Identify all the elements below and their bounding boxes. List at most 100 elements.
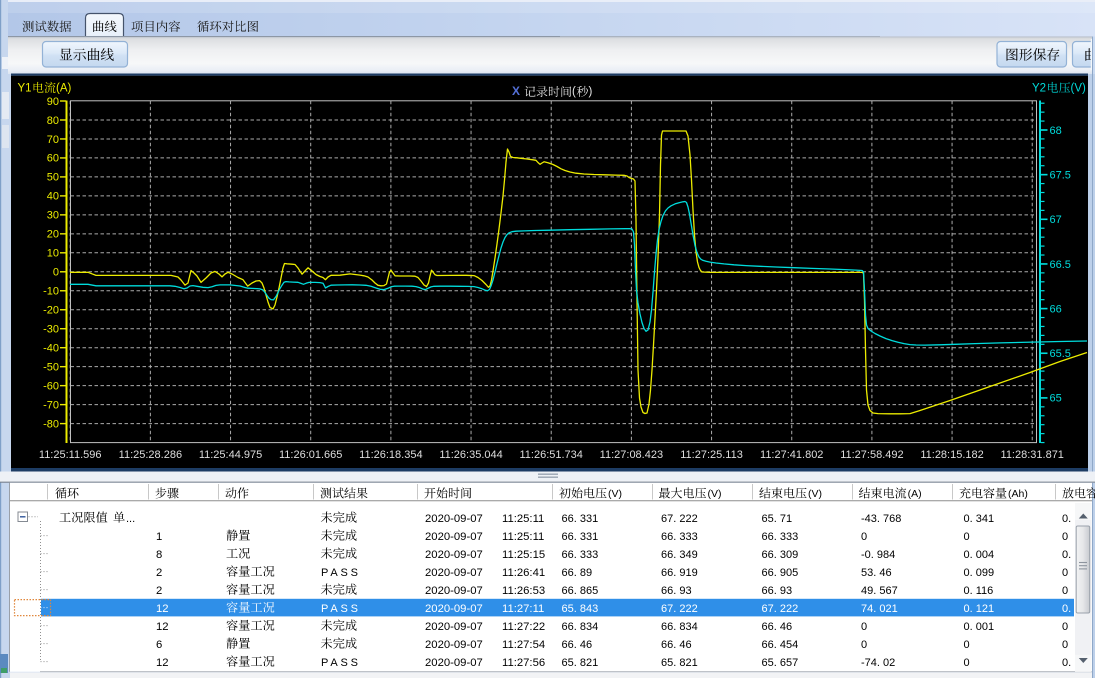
svg-text:11:26:51.734: 11:26:51.734 (520, 449, 583, 461)
svg-text:PASS: PASS (321, 657, 361, 669)
svg-text:66. 834: 66. 834 (562, 621, 599, 633)
svg-text:66. 331: 66. 331 (562, 513, 599, 525)
svg-text:66. 865: 66. 865 (562, 585, 599, 597)
svg-text:8: 8 (156, 549, 162, 561)
svg-text:66. 454: 66. 454 (762, 639, 799, 651)
svg-text:0.: 0. (1062, 549, 1071, 561)
svg-text:0: 0 (1062, 531, 1068, 543)
svg-text:11:27:58.492: 11:27:58.492 (840, 449, 903, 461)
svg-text:66. 93: 66. 93 (762, 585, 793, 597)
svg-text:(: ( (572, 86, 576, 98)
svg-text:11:27:56: 11:27:56 (502, 657, 545, 669)
svg-text:67: 67 (1050, 214, 1062, 226)
svg-text:0. 121: 0. 121 (964, 603, 995, 615)
svg-text:10: 10 (47, 248, 59, 260)
svg-text:-60: -60 (43, 380, 59, 392)
svg-text:11:27:11: 11:27:11 (502, 603, 544, 615)
svg-text:11:27:41.802: 11:27:41.802 (760, 449, 823, 461)
svg-text:65. 657: 65. 657 (762, 657, 799, 669)
svg-text:60: 60 (47, 153, 59, 165)
svg-text:(V): (V) (808, 488, 822, 500)
svg-text:-20: -20 (43, 305, 59, 317)
svg-text:67. 222: 67. 222 (661, 603, 698, 615)
svg-text:66. 919: 66. 919 (661, 567, 698, 579)
svg-text:67. 222: 67. 222 (661, 513, 698, 525)
svg-text:PASS: PASS (321, 567, 361, 579)
svg-text:0. 341: 0. 341 (964, 513, 995, 525)
svg-text:66.5: 66.5 (1050, 259, 1071, 271)
svg-text:65. 821: 65. 821 (562, 657, 599, 669)
svg-text:(V): (V) (608, 488, 622, 500)
svg-text:-40: -40 (43, 342, 59, 354)
svg-text:11:27:54: 11:27:54 (502, 639, 545, 651)
svg-text:2020-09-07: 2020-09-07 (425, 603, 483, 615)
svg-text:11:27:08.423: 11:27:08.423 (600, 449, 663, 461)
svg-text:67.5: 67.5 (1050, 169, 1071, 181)
svg-text:80: 80 (47, 115, 59, 127)
svg-text:11:27:22: 11:27:22 (502, 621, 545, 633)
svg-text:90: 90 (47, 96, 59, 108)
svg-text:66. 333: 66. 333 (661, 531, 698, 543)
svg-text:53. 46: 53. 46 (861, 567, 892, 579)
svg-text:30: 30 (47, 210, 59, 222)
svg-text:0: 0 (861, 531, 867, 543)
svg-text:2020-09-07: 2020-09-07 (425, 621, 483, 633)
svg-text:-80: -80 (43, 418, 59, 430)
svg-text:67. 222: 67. 222 (762, 603, 799, 615)
svg-text:66. 333: 66. 333 (562, 549, 599, 561)
svg-text:0.: 0. (1062, 603, 1071, 615)
svg-text:66. 331: 66. 331 (562, 531, 599, 543)
svg-text:12: 12 (156, 603, 169, 615)
svg-text:11:25:15: 11:25:15 (502, 549, 545, 561)
svg-text:PASS: PASS (321, 603, 361, 615)
svg-text:20: 20 (47, 229, 59, 241)
svg-text:11:27:25.113: 11:27:25.113 (680, 449, 743, 461)
svg-text:11:26:01.665: 11:26:01.665 (279, 449, 342, 461)
svg-text:0: 0 (1062, 585, 1068, 597)
svg-text:11:25:11.596: 11:25:11.596 (39, 449, 102, 461)
svg-text:2: 2 (156, 567, 162, 579)
svg-text:11:26:35.044: 11:26:35.044 (439, 449, 502, 461)
svg-text:11:26:18.354: 11:26:18.354 (359, 449, 422, 461)
svg-text:2020-09-07: 2020-09-07 (425, 531, 483, 543)
svg-text:40: 40 (47, 191, 59, 203)
svg-text:0: 0 (1062, 567, 1068, 579)
svg-text:65: 65 (1050, 393, 1062, 405)
svg-text:(A): (A) (56, 83, 72, 95)
svg-text:-10: -10 (43, 286, 59, 298)
svg-text:0. 099: 0. 099 (964, 567, 995, 579)
svg-text:Y2: Y2 (1032, 83, 1046, 95)
svg-text:Y1: Y1 (18, 83, 32, 95)
svg-text:2: 2 (156, 585, 162, 597)
svg-text:(V): (V) (1071, 83, 1087, 95)
svg-text:11:28:15.182: 11:28:15.182 (920, 449, 983, 461)
svg-text:(A): (A) (908, 488, 922, 500)
svg-text:2020-09-07: 2020-09-07 (425, 513, 483, 525)
svg-text:11:25:11: 11:25:11 (502, 513, 544, 525)
svg-text:2020-09-07: 2020-09-07 (425, 639, 483, 651)
svg-text:-43. 768: -43. 768 (861, 513, 901, 525)
svg-text:66. 46: 66. 46 (762, 621, 793, 633)
svg-text:0. 001: 0. 001 (964, 621, 995, 633)
svg-text:0. 116: 0. 116 (964, 585, 994, 597)
svg-text:0: 0 (861, 639, 867, 651)
svg-text:50: 50 (47, 172, 59, 184)
svg-text:-0. 984: -0. 984 (861, 549, 895, 561)
svg-text:-50: -50 (43, 361, 59, 373)
svg-text:12: 12 (156, 657, 169, 669)
svg-text:0: 0 (964, 531, 970, 543)
svg-text:66. 905: 66. 905 (762, 567, 799, 579)
svg-text:-30: -30 (43, 324, 59, 336)
svg-text:2020-09-07: 2020-09-07 (425, 567, 483, 579)
svg-text:11:25:28.286: 11:25:28.286 (119, 449, 182, 461)
svg-text:11:28:31.871: 11:28:31.871 (1001, 449, 1064, 461)
svg-text:65. 821: 65. 821 (661, 657, 698, 669)
svg-text:2020-09-07: 2020-09-07 (425, 549, 483, 561)
svg-text:66: 66 (1050, 303, 1062, 315)
svg-text:1: 1 (156, 531, 162, 543)
svg-text:0.: 0. (1062, 657, 1071, 669)
svg-text:X: X (512, 84, 520, 98)
svg-text:11:26:53: 11:26:53 (502, 585, 545, 597)
svg-text:0: 0 (964, 657, 970, 669)
svg-text:12: 12 (156, 621, 169, 633)
